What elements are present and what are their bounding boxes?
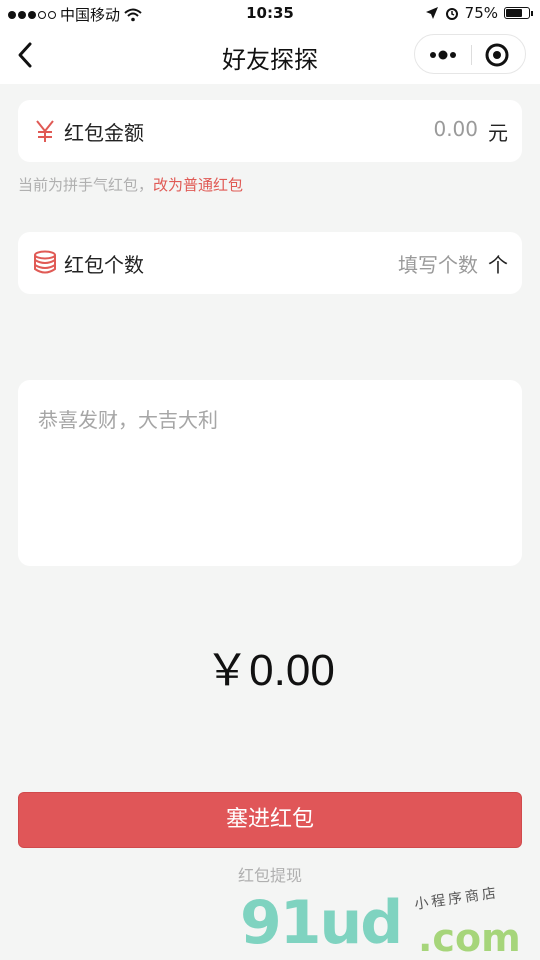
amount-label: 红包金额: [64, 121, 144, 145]
coin-stack-icon: [34, 250, 56, 274]
alarm-icon: [445, 8, 458, 20]
site-watermark: 91ud 小程序商店 .com: [236, 880, 536, 960]
total-amount: ￥0.00: [205, 646, 335, 695]
status-right: 75%: [425, 4, 533, 22]
amount-field[interactable]: 红包金额 0.00 元: [18, 100, 522, 162]
target-circle-icon: [485, 43, 509, 67]
message-card: [18, 380, 522, 566]
battery-level: [506, 9, 523, 17]
count-unit: 个: [488, 253, 508, 277]
more-button[interactable]: [415, 35, 471, 75]
mini-program-capsule: [414, 34, 526, 74]
blessing-message-input[interactable]: [38, 404, 498, 544]
watermark-logo: 91ud: [240, 888, 403, 958]
count-field[interactable]: 红包个数 填写个数 个: [18, 232, 522, 294]
hint-text: 当前为拼手气红包，: [18, 176, 154, 194]
location-arrow-icon: [425, 7, 438, 19]
watermark-tagline: 小程序商店: [413, 885, 500, 913]
amount-unit: 元: [488, 121, 508, 145]
nav-bar: 好友探探: [0, 28, 540, 84]
battery-percent: 75%: [464, 4, 498, 22]
count-label: 红包个数: [64, 253, 144, 277]
yuan-icon: [36, 120, 54, 142]
switch-to-normal-link[interactable]: 改为普通红包: [153, 176, 243, 194]
more-dots-icon: [430, 50, 456, 60]
packet-type-hint: 当前为拼手气红包，改为普通红包: [18, 174, 243, 195]
count-input[interactable]: 填写个数: [398, 249, 478, 278]
amount-value[interactable]: 0.00: [433, 117, 478, 141]
status-bar: 中国移动 10:35 75%: [0, 0, 540, 28]
close-button[interactable]: [469, 35, 525, 75]
battery-icon: [504, 7, 533, 19]
send-red-packet-button[interactable]: 塞进红包: [18, 792, 522, 848]
watermark-domain: .com: [418, 916, 521, 960]
